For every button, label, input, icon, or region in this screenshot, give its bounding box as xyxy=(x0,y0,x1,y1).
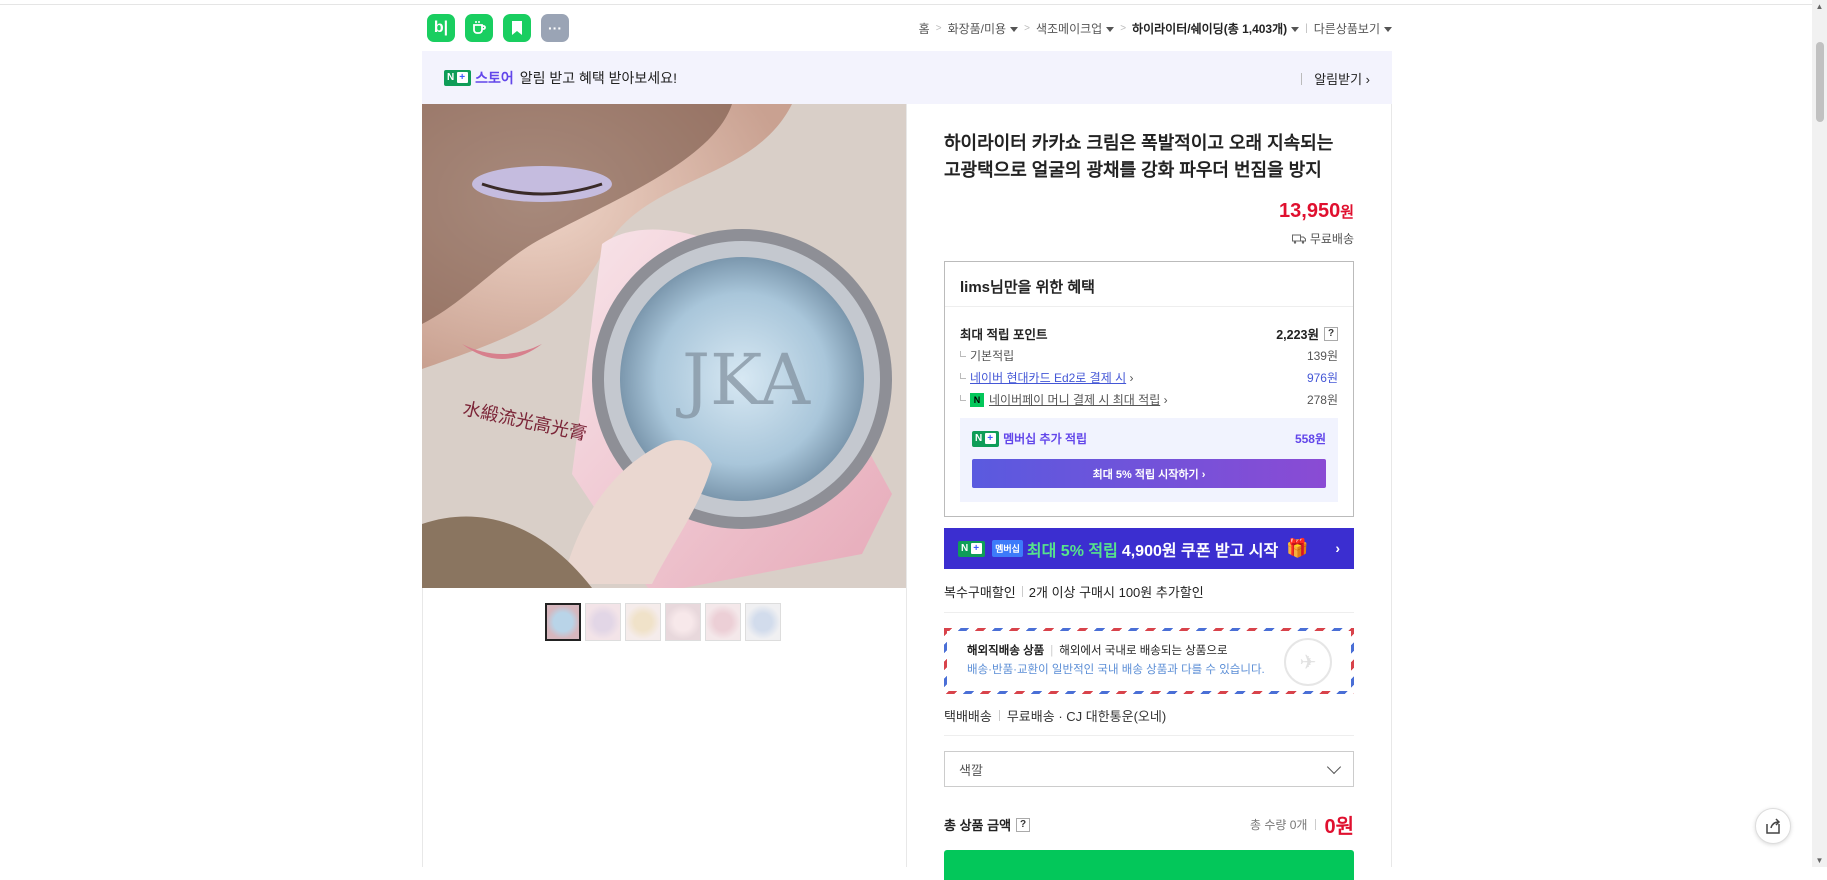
max-points-row: 최대 적립 포인트 2,223원? xyxy=(960,324,1338,343)
share-icon xyxy=(1766,818,1781,834)
breadcrumb-sep-icon: > xyxy=(1024,23,1030,34)
shipping-info: 무료배송 xyxy=(1291,230,1354,247)
help-icon[interactable]: ? xyxy=(1016,817,1031,832)
help-icon[interactable]: ? xyxy=(1324,326,1338,341)
multi-buy-discount: 복수구매할인 2개 이상 구매시 100원 추가할인 xyxy=(944,585,1204,600)
pay-benefit-link[interactable]: 네이버페이 머니 결제 시 최대 적립 xyxy=(989,391,1160,408)
scroll-up-icon[interactable]: ▲ xyxy=(1815,2,1824,11)
membership-box: N + 멤버십 추가 적립 558원 최대 5% 적립 시작하기 › xyxy=(960,418,1338,502)
cafe-icon xyxy=(473,21,486,34)
cafe-app-icon[interactable] xyxy=(465,14,493,42)
caret-down-icon xyxy=(1010,27,1019,33)
delivery-info: 택배배송 무료배송 · CJ 대한통운(오네) xyxy=(944,709,1167,724)
breadcrumb-home[interactable]: 홈 xyxy=(919,20,930,37)
scroll-thumb[interactable] xyxy=(1816,42,1824,122)
top-navbar: b| ··· 홈 > 화장품/미용 > 색조메이크업 > 하이라이터/쉐이딩(총… xyxy=(422,12,1392,42)
naver-plus-badge: N + xyxy=(444,69,472,86)
scrollbar[interactable]: ▲ ▼ xyxy=(1812,0,1827,867)
card-points-row: 네이버 현대카드 Ed2로 결제 시 › 976원 xyxy=(960,369,1338,386)
share-button[interactable] xyxy=(1755,808,1791,844)
product-title: 하이라이터 카카쇼 크림은 폭발적이고 오래 지속되는 고광택으로 얼굴의 광채… xyxy=(944,133,1334,180)
breadcrumb-sep-icon: > xyxy=(1120,23,1127,34)
breadcrumb-sep-icon: > xyxy=(935,23,942,34)
product-photo: JKA 水緞流光高光膏 xyxy=(422,104,906,588)
naver-plus-badge: N + xyxy=(958,540,986,557)
more-apps-icon[interactable]: ··· xyxy=(541,14,569,42)
buy-button[interactable] xyxy=(944,850,1354,880)
chevron-right-icon: › xyxy=(1335,540,1340,556)
thumbnail-1[interactable] xyxy=(545,603,581,641)
membership-start-button[interactable]: 최대 5% 적립 시작하기 › xyxy=(972,459,1326,488)
store-label: 스토어 xyxy=(475,69,514,86)
banner-text: 알림 받고 혜택 받아보세요! xyxy=(519,69,677,86)
other-products-link[interactable]: 다른상품보기 xyxy=(1314,20,1392,37)
thumbnail-5[interactable] xyxy=(705,603,741,641)
thumbnail-6[interactable] xyxy=(745,603,781,641)
overseas-shipping-notice: 해외직배송 상품 | 해외에서 국내로 배송되는 상품으로 배송·반품·교환이 일반… xyxy=(944,628,1354,694)
caret-down-icon xyxy=(1106,27,1115,33)
thumbnail-strip xyxy=(545,603,781,641)
alert-subscribe-button[interactable]: 알림받기 › xyxy=(1301,69,1370,88)
svg-text:JKA: JKA xyxy=(676,339,812,421)
gift-icon: 🎁 xyxy=(1286,538,1309,558)
benefit-heading: lims님만을 위한 혜택 xyxy=(945,262,1353,307)
breadcrumb-category-3[interactable]: 하이라이터/쉐이딩(총 1,403개) xyxy=(1132,20,1300,37)
divider xyxy=(944,735,1354,736)
breadcrumb-divider: | xyxy=(1305,23,1308,34)
airplane-stamp-icon: ✈ xyxy=(1284,638,1332,686)
blog-app-icon[interactable]: b| xyxy=(427,14,455,42)
npay-icon: N xyxy=(970,392,984,407)
breadcrumb: 홈 > 화장품/미용 > 색조메이크업 > 하이라이터/쉐이딩(총 1,403개… xyxy=(919,20,1392,37)
bookmark-app-icon[interactable] xyxy=(503,14,531,42)
divider xyxy=(944,612,1354,613)
bookmark-icon xyxy=(512,21,522,35)
chevron-down-icon xyxy=(1326,759,1342,774)
thumbnail-4[interactable] xyxy=(665,603,701,641)
thumbnail-2[interactable] xyxy=(585,603,621,641)
naver-plus-badge: N + xyxy=(972,430,1000,447)
product-main-image[interactable]: JKA 水緞流光高光膏 xyxy=(422,104,906,588)
pay-points-row: N 네이버페이 머니 결제 시 최대 적립 › 278원 xyxy=(960,391,1338,408)
store-notification-banner: N + 스토어 알림 받고 혜택 받아보세요! 알림받기 › xyxy=(422,51,1392,104)
basic-points-row: 기본적립 139원 xyxy=(960,347,1338,364)
product-price: 13,950원 xyxy=(1279,200,1354,222)
caret-down-icon xyxy=(1291,27,1300,33)
breadcrumb-category-2[interactable]: 색조메이크업 xyxy=(1036,20,1115,37)
page-container: b| ··· 홈 > 화장품/미용 > 색조메이크업 > 하이라이터/쉐이딩(총… xyxy=(422,0,1392,880)
card-benefit-link[interactable]: 네이버 현대카드 Ed2로 결제 시 xyxy=(970,369,1126,386)
scroll-down-icon[interactable]: ▼ xyxy=(1815,856,1824,865)
thumbnail-3[interactable] xyxy=(625,603,661,641)
caret-down-icon xyxy=(1384,27,1392,33)
truck-icon xyxy=(1291,234,1306,244)
column-divider xyxy=(906,104,907,867)
total-price-row: 총 상품 금액? 총 수량 0개 0원 xyxy=(944,810,1354,839)
color-option-select[interactable]: 색깔 xyxy=(944,751,1354,787)
membership-coupon-banner[interactable]: N + 멤버십 최대 5% 적립 4,900원 쿠폰 받고 시작 🎁 › xyxy=(944,528,1354,569)
total-amount: 0원 xyxy=(1324,816,1354,838)
benefit-box: lims님만을 위한 혜택 최대 적립 포인트 2,223원? 기본적립 139… xyxy=(944,261,1354,517)
breadcrumb-category-1[interactable]: 화장품/미용 xyxy=(948,20,1019,37)
